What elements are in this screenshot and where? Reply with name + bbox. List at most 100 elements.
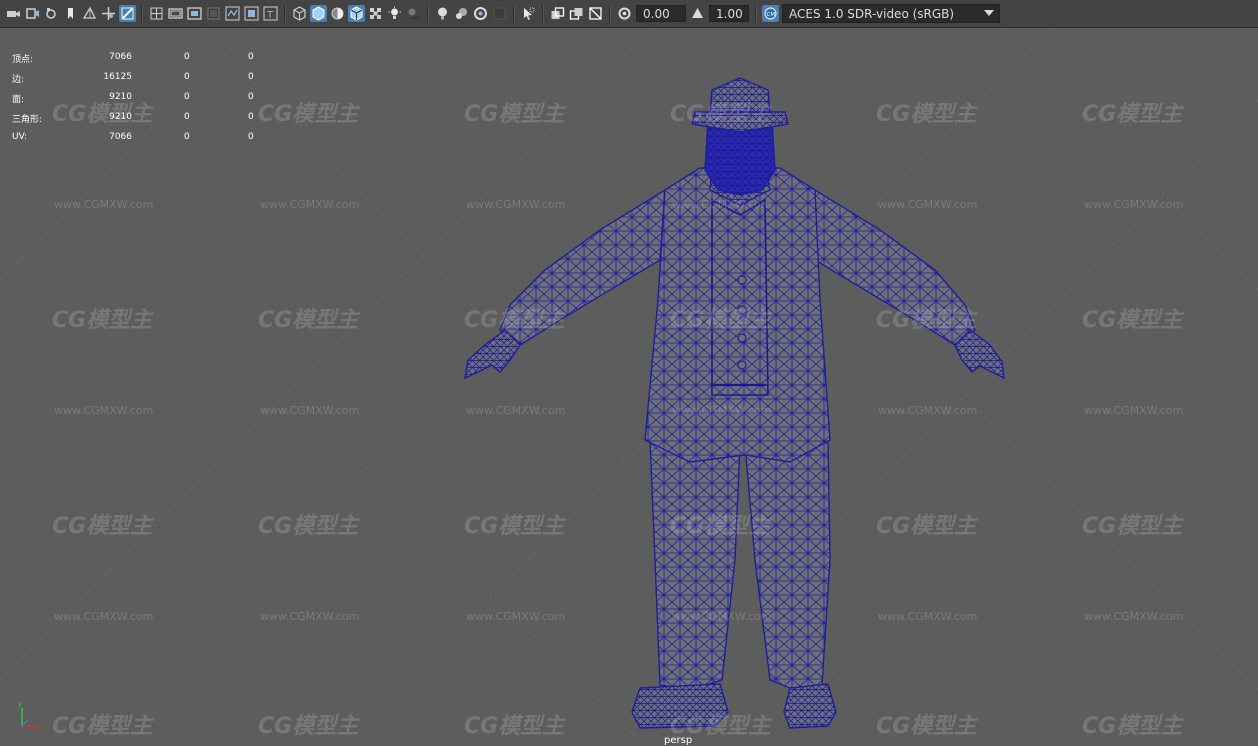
- mesh-button: [737, 360, 747, 370]
- toolbar-separator: [284, 4, 286, 23]
- grid-icon[interactable]: [81, 5, 98, 22]
- hud-value: 0: [184, 112, 190, 122]
- watermark-logo: CG模型主: [1082, 514, 1183, 539]
- hud-value: 0: [248, 132, 254, 142]
- resolution-gate-icon[interactable]: [119, 5, 136, 22]
- watermark-logo: CG模型主: [876, 102, 977, 127]
- watermark-url: www.CGMXW.com: [672, 404, 772, 417]
- watermark-url: www.CGMXW.com: [466, 404, 566, 417]
- safe-action-icon[interactable]: [167, 5, 184, 22]
- watermark-url: www.CGMXW.com: [672, 198, 772, 211]
- lights-icon[interactable]: [386, 5, 403, 22]
- wireframe-on-shaded-icon[interactable]: [348, 5, 365, 22]
- toolbar-separator: [427, 4, 429, 23]
- ambient-occlusion-icon[interactable]: [243, 5, 260, 22]
- motion-blur-icon[interactable]: [434, 5, 451, 22]
- mesh-button: [737, 333, 747, 343]
- watermark-logo: CG模型主: [52, 308, 153, 333]
- watermark-logo: CG模型主: [464, 714, 565, 739]
- watermark-logo: CG模型主: [464, 514, 565, 539]
- color-management-icon[interactable]: CM: [762, 5, 779, 22]
- poly-count-hud: 顶点: 7066 0 0 边: 16125 0 0 面: 9210 0 0 三角形: 9210 0 0 UV: 7…: [12, 52, 272, 152]
- isolate-select-icon[interactable]: [491, 5, 508, 22]
- xray-active-icon[interactable]: [568, 5, 585, 22]
- watermark-url: www.CGMXW.com: [1084, 610, 1184, 623]
- watermark-logo: CG模型主: [258, 308, 359, 333]
- mesh-left-leg-wire: [649, 439, 741, 691]
- checker-icon[interactable]: [367, 5, 384, 22]
- anti-aliasing-icon[interactable]: [453, 5, 470, 22]
- chevron-down-icon: [983, 7, 995, 21]
- hud-label: UV:: [12, 132, 28, 142]
- viewport-toolbar: T 0.00 1.00 CM ACES 1.0 SDR-video (sRGB): [0, 0, 1258, 28]
- film-gate-icon[interactable]: [100, 5, 117, 22]
- toolbar-separator: [609, 4, 611, 23]
- watermark-logo: CG模型主: [1082, 308, 1183, 333]
- 3d-viewport[interactable]: x y CG模型主 www.CGMXW.com CG模型主 www.CGMXW.com…: [0, 28, 1258, 742]
- camera-icon[interactable]: [5, 5, 22, 22]
- watermark-url: www.CGMXW.com: [1084, 198, 1184, 211]
- gamma-icon[interactable]: [689, 5, 706, 22]
- select-camera-icon[interactable]: [520, 5, 537, 22]
- xray-icon[interactable]: [224, 5, 241, 22]
- svg-text:x: x: [40, 723, 44, 731]
- toolbar-separator: [755, 4, 757, 23]
- hud-value: 9210: [109, 92, 132, 102]
- hud-value: 0: [184, 92, 190, 102]
- watermark-logo: CG模型主: [1082, 102, 1183, 127]
- mesh-left-hand-wire: [464, 329, 521, 380]
- color-space-value: ACES 1.0 SDR-video (sRGB): [789, 6, 955, 21]
- watermark-logo: CG模型主: [876, 308, 977, 333]
- svg-text:T: T: [266, 10, 274, 21]
- text-icon[interactable]: T: [262, 5, 279, 22]
- watermark-logo: CG模型主: [670, 102, 771, 127]
- field-chart-icon[interactable]: [148, 5, 165, 22]
- watermark-url: www.CGMXW.com: [878, 610, 978, 623]
- watermark-url: www.CGMXW.com: [1084, 404, 1184, 417]
- backface-icon[interactable]: [587, 5, 604, 22]
- watermark-logo: CG模型主: [670, 308, 771, 333]
- hud-value: 0: [184, 72, 190, 82]
- watermark-logo: CG模型主: [876, 514, 977, 539]
- image-plane-icon[interactable]: [62, 5, 79, 22]
- watermark-url: www.CGMXW.com: [466, 198, 566, 211]
- watermark-logo: CG模型主: [52, 514, 153, 539]
- hud-value: 16125: [103, 72, 132, 82]
- watermark-url: www.CGMXW.com: [878, 198, 978, 211]
- bookmark-icon[interactable]: [43, 5, 60, 22]
- hud-label: 边:: [12, 75, 25, 85]
- hud-value: 9210: [109, 112, 132, 122]
- default-material-icon[interactable]: [329, 5, 346, 22]
- display-gate-icon[interactable]: [205, 5, 222, 22]
- depth-of-field-icon[interactable]: [472, 5, 489, 22]
- watermark-url: www.CGMXW.com: [54, 198, 154, 211]
- hud-value: 0: [248, 52, 254, 62]
- color-space-dropdown[interactable]: ACES 1.0 SDR-video (sRGB): [782, 4, 1000, 23]
- hud-value: 0: [248, 112, 254, 122]
- watermark-url: www.CGMXW.com: [260, 198, 360, 211]
- exposure-icon[interactable]: [616, 5, 633, 22]
- wireframe-icon[interactable]: [291, 5, 308, 22]
- hud-row: 三角形: 9210 0 0: [12, 112, 272, 132]
- toolbar-separator: [542, 4, 544, 23]
- watermark-logo: CG模型主: [876, 714, 977, 739]
- character-mesh[interactable]: [464, 77, 1005, 729]
- hud-label: 面:: [12, 95, 25, 105]
- hud-row: UV: 7066 0 0: [12, 132, 272, 152]
- watermark-url: www.CGMXW.com: [878, 404, 978, 417]
- gamma-field[interactable]: 1.00: [709, 5, 749, 22]
- watermark-url: www.CGMXW.com: [260, 610, 360, 623]
- exposure-field[interactable]: 0.00: [636, 5, 686, 22]
- watermark-logo: CG模型主: [1082, 714, 1183, 739]
- hud-row: 顶点: 7066 0 0: [12, 52, 272, 72]
- hud-value: 0: [248, 92, 254, 102]
- xray-joints-icon[interactable]: [549, 5, 566, 22]
- hud-value: 0: [184, 132, 190, 142]
- safe-title-icon[interactable]: [186, 5, 203, 22]
- mesh-right-leg-wire: [744, 439, 831, 691]
- shadows-icon[interactable]: [405, 5, 422, 22]
- smooth-shade-icon[interactable]: [310, 5, 327, 22]
- mesh-right-hand-wire: [954, 329, 1005, 380]
- camera-attributes-icon[interactable]: [24, 5, 41, 22]
- watermark-url: www.CGMXW.com: [672, 610, 772, 623]
